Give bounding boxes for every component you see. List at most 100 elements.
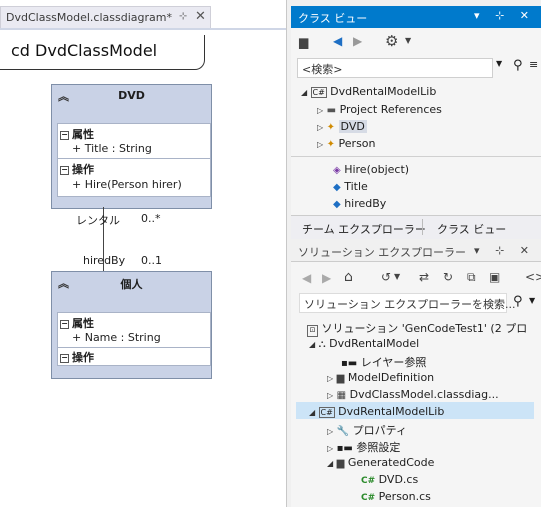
collapse-minus-icon[interactable]: − <box>60 320 69 329</box>
tree-item-label: DvdRentalModelLib <box>338 405 445 418</box>
tab-team-explorer[interactable]: チーム エクスプローラー <box>302 221 426 237</box>
home-icon[interactable]: ⌂ <box>344 269 353 285</box>
operations-compartment[interactable]: − 操作 <box>57 347 211 366</box>
chevron-down-icon[interactable]: ▼ <box>529 296 535 305</box>
chevron-down-icon[interactable]: ▼ <box>496 59 502 68</box>
refresh-icon[interactable]: ↻ <box>443 270 453 284</box>
tree-item-label: DvdClassModel.classdiag... <box>349 388 499 401</box>
tab-underline <box>0 28 286 30</box>
collapsed-triangle-icon[interactable]: ▷ <box>317 123 323 132</box>
expanded-triangle-icon[interactable]: ◢ <box>301 88 307 97</box>
class-icon: ✦ <box>326 139 336 150</box>
document-tab[interactable]: DvdClassModel.classdiagram* ⊹ ✕ <box>0 6 211 29</box>
tree-item-references[interactable]: ▷ ▪▬ 参照設定 <box>327 439 400 455</box>
tree-item-classdiagram[interactable]: ▷ ▦ DvdClassModel.classdiag... <box>327 388 499 401</box>
tree-item-label: Project References <box>339 103 442 116</box>
dvd-class-shape[interactable]: ︽ DVD − 属性 + Title : String − 操作 + Hire(Pe… <box>51 84 212 209</box>
history-icon[interactable]: ↺ <box>381 270 391 284</box>
tree-item-person-cs[interactable]: C# Person.cs <box>361 490 431 503</box>
wrench-icon: 🔧 <box>336 426 350 437</box>
association-multiplicity-bottom: 0..1 <box>141 254 162 267</box>
settings-gear-icon[interactable]: ⚙ <box>385 32 398 50</box>
pin-icon[interactable]: ⊹ <box>179 11 187 22</box>
class-diagram-pane: DvdClassModel.classdiagram* ⊹ ✕ cd DvdCl… <box>0 0 287 507</box>
person-class-shape[interactable]: ︽ 個人 − 属性 + Name : String − 操作 <box>51 271 212 379</box>
pane-window-icons[interactable]: ▾ ⊹ ✕ <box>474 9 535 22</box>
operations-compartment[interactable]: − 操作 + Hire(Person hirer) <box>57 158 211 197</box>
solution-explorer-pane: ソリューション エクスプローラー ▾ ⊹ ✕ ◀ ▶ ⌂ ↺ ▼ ⇄ ↻ ⧉ ▣… <box>291 239 541 507</box>
chevron-down-icon[interactable]: ▼ <box>405 36 411 45</box>
tree-item-dvd[interactable]: ▷ ✦ DVD <box>317 120 367 133</box>
attribute-item[interactable]: + Name : String <box>72 331 161 344</box>
member-item-hire[interactable]: ◈ Hire(object) <box>333 163 409 176</box>
references-folder-icon: ▬ <box>326 105 337 116</box>
member-item-hiredby[interactable]: ◆ hiredBy <box>333 197 386 210</box>
tree-item-label: Person.cs <box>378 490 431 503</box>
tree-item-dvdrentalmodellib[interactable]: ◢ C# DvdRentalModelLib <box>309 405 444 418</box>
diagram-frame-label: cd DvdClassModel <box>11 41 158 60</box>
association-role-bottom: hiredBy <box>83 254 126 267</box>
show-all-files-icon[interactable]: ▣ <box>489 270 500 284</box>
expanded-triangle-icon[interactable]: ◢ <box>309 408 315 417</box>
class-view-search-input[interactable]: <検索> <box>297 58 493 78</box>
csharp-file-icon: C# <box>361 493 376 503</box>
tree-item-solution[interactable]: ⊡ ソリューション 'GenCodeTest1' (2 プロ <box>307 320 527 337</box>
bottom-tab-strip: チーム エクスプローラー クラス ビュー <box>291 215 541 239</box>
sync-icon[interactable]: ⇄ <box>419 270 429 284</box>
tree-item-person[interactable]: ▷ ✦ Person <box>317 137 376 150</box>
tree-item-dvdrentalmodel[interactable]: ◢ ⛬ DvdRentalModel <box>309 337 419 350</box>
attributes-compartment[interactable]: − 属性 + Title : String <box>57 123 211 159</box>
pane-window-icons[interactable]: ▾ ⊹ ✕ <box>474 244 535 257</box>
association-multiplicity-top: 0..* <box>141 212 161 225</box>
new-folder-icon[interactable]: ▆ <box>299 35 308 49</box>
code-view-icon[interactable]: <> <box>525 270 541 284</box>
search-placeholder: ソリューション エクスプローラーを検索... <box>304 298 516 311</box>
collapse-minus-icon[interactable]: − <box>60 131 69 140</box>
tab-divider <box>422 219 423 235</box>
tree-item-dvd-cs[interactable]: C# DVD.cs <box>361 473 418 486</box>
folder-icon: ▆ <box>336 373 345 384</box>
references-icon: ▪▬ <box>336 443 353 454</box>
collapse-minus-icon[interactable]: − <box>60 166 69 175</box>
solution-icon: ⊡ <box>307 325 318 337</box>
forward-icon[interactable]: ▶ <box>353 34 362 48</box>
chevron-down-icon[interactable]: ▼ <box>394 272 400 281</box>
attributes-compartment[interactable]: − 属性 + Name : String <box>57 312 211 348</box>
back-icon[interactable]: ◀ <box>302 271 311 285</box>
search-icon[interactable]: ⚲ <box>513 294 523 309</box>
tree-item-modeldefinition[interactable]: ▷ ▆ ModelDefinition <box>327 371 434 384</box>
splitter[interactable] <box>291 156 541 157</box>
collapsed-triangle-icon[interactable]: ▷ <box>327 391 333 400</box>
member-item-title[interactable]: ◆ Title <box>333 180 368 193</box>
collapsed-triangle-icon[interactable]: ▷ <box>327 427 333 436</box>
collapsed-triangle-icon[interactable]: ▷ <box>327 444 333 453</box>
csharp-project-icon: C# <box>318 407 335 418</box>
search-options-icon[interactable]: ≡ <box>529 58 538 71</box>
tree-item-label: DvdRentalModel <box>329 337 420 350</box>
back-icon[interactable]: ◀ <box>333 34 342 48</box>
tree-item-lib[interactable]: ◢ C# DvdRentalModelLib <box>301 85 436 98</box>
collapse-minus-icon[interactable]: − <box>60 354 69 363</box>
tree-item-layer-ref[interactable]: ▪▬ レイヤー参照 <box>341 354 426 370</box>
method-icon: ◈ <box>333 165 341 176</box>
operation-item[interactable]: + Hire(Person hirer) <box>72 178 182 191</box>
tree-item-generatedcode[interactable]: ◢ ▆ GeneratedCode <box>327 456 434 469</box>
expanded-triangle-icon[interactable]: ◢ <box>327 459 333 468</box>
collapse-all-icon[interactable]: ⧉ <box>467 270 476 285</box>
tree-item-label: プロパティ <box>352 424 407 437</box>
solution-search-input[interactable]: ソリューション エクスプローラーを検索... <box>299 293 515 313</box>
search-icon[interactable]: ⚲ <box>513 58 523 73</box>
tab-class-view[interactable]: クラス ビュー <box>437 221 506 237</box>
tree-item-project-references[interactable]: ▷ ▬ Project References <box>317 103 442 116</box>
collapsed-triangle-icon[interactable]: ▷ <box>317 106 323 115</box>
close-icon[interactable]: ✕ <box>195 9 206 24</box>
tree-item-properties[interactable]: ▷ 🔧 プロパティ <box>327 422 407 438</box>
operations-header-label: 操作 <box>72 351 94 364</box>
attribute-item[interactable]: + Title : String <box>72 142 152 155</box>
collapsed-triangle-icon[interactable]: ▷ <box>317 140 323 149</box>
expanded-triangle-icon[interactable]: ◢ <box>309 340 315 349</box>
tree-item-label: 参照設定 <box>356 441 401 454</box>
forward-icon[interactable]: ▶ <box>322 271 331 285</box>
person-class-title: 個人 <box>120 278 143 291</box>
collapsed-triangle-icon[interactable]: ▷ <box>327 374 333 383</box>
